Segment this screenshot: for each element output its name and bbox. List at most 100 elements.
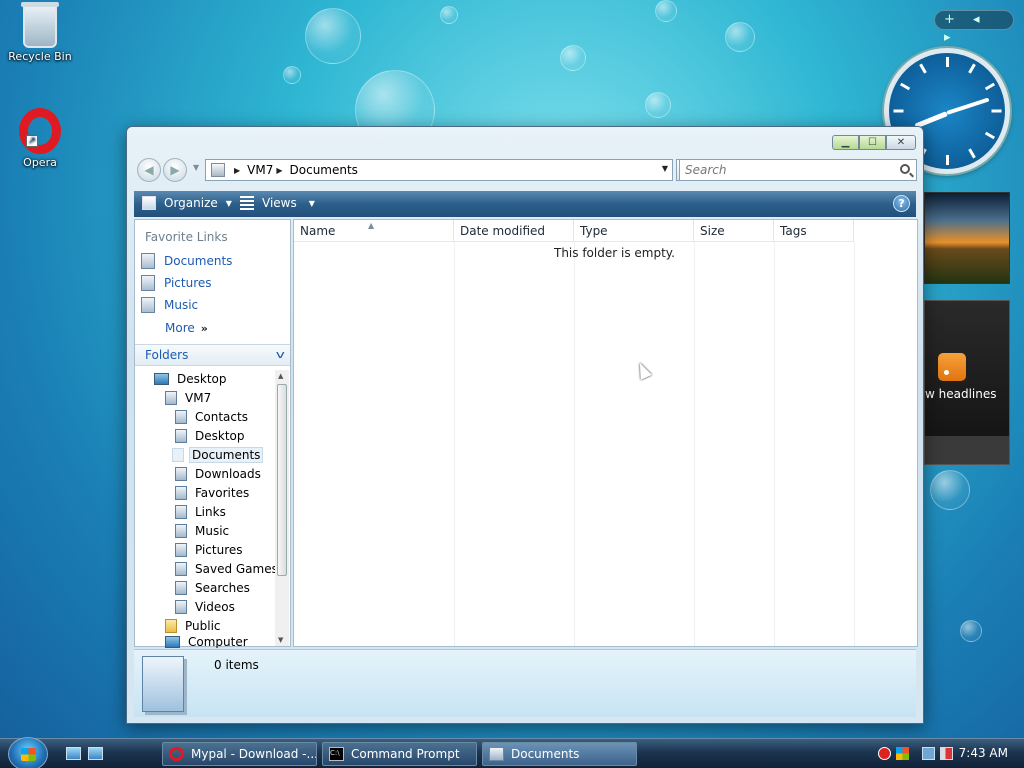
opera-desktop-icon[interactable]: ↗ Opera [0, 108, 80, 169]
folder-icon [165, 619, 177, 633]
documents-folder-icon [142, 656, 184, 712]
recycle-bin-label: Recycle Bin [8, 50, 72, 63]
next-gadget-button[interactable]: ▸ [944, 30, 951, 45]
user-folder-icon [165, 391, 177, 405]
downloads-icon [175, 467, 187, 481]
show-desktop-icon[interactable] [66, 747, 81, 760]
column-header-date-modified[interactable]: Date modified [454, 220, 574, 242]
switch-windows-icon[interactable] [88, 747, 103, 760]
details-pane: 0 items [134, 649, 916, 717]
folders-header-button[interactable]: Folders v [135, 344, 290, 366]
empty-folder-message: This folder is empty. [554, 246, 675, 260]
documents-icon [172, 448, 184, 462]
windows-update-icon[interactable] [896, 747, 909, 760]
sidebar-controls: + ◂ ▸ [934, 10, 1014, 45]
file-list[interactable]: ▲ Name Date modified Type Size Tags This… [293, 219, 918, 647]
tree-item-documents[interactable]: Documents [172, 446, 264, 464]
recent-pages-dropdown[interactable]: ▼ [193, 163, 199, 172]
taskbar-button-command-prompt[interactable]: C:\ Command Prompt [322, 742, 477, 766]
computer-icon [165, 636, 180, 648]
scroll-up-icon[interactable]: ▲ [278, 372, 283, 380]
taskbar: Mypal - Download -... C:\ Command Prompt… [0, 737, 1024, 768]
breadcrumb-separator-icon[interactable]: ▶ [276, 166, 282, 175]
location-icon [211, 163, 225, 177]
taskbar-button-documents[interactable]: Documents [482, 742, 637, 766]
add-gadget-button[interactable]: + [944, 12, 955, 27]
favorite-link-music[interactable]: Music [141, 297, 198, 313]
chevron-down-icon: v [276, 348, 286, 361]
opera-icon: ↗ [19, 108, 61, 154]
folder-icon [175, 429, 187, 443]
start-button[interactable] [8, 737, 48, 768]
breadcrumb-documents[interactable]: Documents [290, 163, 358, 177]
views-menu-button[interactable]: Views ▼ [240, 196, 315, 210]
taskbar-clock[interactable]: 7:43 AM [959, 746, 1008, 760]
explorer-window[interactable]: ▁ ☐ ✕ ◀ ▶ ▼ ▶ VM7 ▶ Documents ▼ ⇆ Search… [126, 126, 924, 724]
minimize-button[interactable]: ▁ [832, 135, 859, 150]
breadcrumb-separator-icon[interactable]: ▶ [234, 166, 240, 175]
rss-icon [938, 353, 966, 381]
recycle-bin-desktop-icon[interactable]: Recycle Bin [0, 2, 80, 63]
tree-item-desktop-sub[interactable]: Desktop [175, 427, 245, 445]
network-icon[interactable] [922, 747, 935, 760]
slideshow-gadget[interactable] [924, 192, 1010, 284]
address-dropdown-icon[interactable]: ▼ [662, 164, 668, 173]
scrollbar-thumb[interactable] [277, 384, 287, 576]
favorite-link-pictures[interactable]: Pictures [141, 275, 212, 291]
search-input[interactable]: Search [679, 159, 917, 181]
tree-item-videos[interactable]: Videos [175, 598, 235, 616]
window-controls: ▁ ☐ ✕ [832, 135, 916, 150]
column-header-size[interactable]: Size [694, 220, 774, 242]
tree-item-contacts[interactable]: Contacts [175, 408, 248, 426]
security-alert-icon[interactable] [878, 747, 891, 760]
scroll-down-icon[interactable]: ▼ [278, 636, 283, 644]
tree-item-pictures[interactable]: Pictures [175, 541, 243, 559]
tree-item-music[interactable]: Music [175, 522, 229, 540]
tree-item-computer[interactable]: Computer [165, 636, 248, 648]
opera-icon [169, 747, 184, 761]
views-icon [240, 196, 254, 210]
favorites-icon [175, 486, 187, 500]
close-button[interactable]: ✕ [886, 135, 916, 150]
volume-muted-icon[interactable] [940, 747, 953, 760]
tree-item-vm7[interactable]: VM7 [165, 389, 211, 407]
music-icon [141, 297, 155, 313]
tree-item-saved-games[interactable]: Saved Games [175, 560, 278, 578]
maximize-button[interactable]: ☐ [859, 135, 886, 150]
back-button[interactable]: ◀ [137, 158, 161, 182]
item-count: 0 items [214, 658, 259, 672]
address-bar[interactable]: ▶ VM7 ▶ Documents ▼ [205, 159, 673, 181]
tree-item-searches[interactable]: Searches [175, 579, 250, 597]
shortcut-arrow-icon: ↗ [26, 135, 38, 147]
breadcrumb-vm7[interactable]: VM7 [247, 163, 273, 177]
more-links-button[interactable]: More» [165, 321, 208, 335]
double-chevron-icon: » [200, 322, 208, 335]
videos-icon [175, 600, 187, 614]
opera-label: Opera [23, 156, 57, 169]
favorite-link-documents[interactable]: Documents [141, 253, 232, 269]
column-header-type[interactable]: Type [574, 220, 694, 242]
pictures-icon [175, 543, 187, 557]
prev-gadget-button[interactable]: ◂ [973, 12, 980, 27]
help-button[interactable]: ? [893, 195, 910, 212]
searches-icon [175, 581, 187, 595]
organize-menu-button[interactable]: Organize ▼ [142, 196, 232, 210]
folder-icon [489, 747, 504, 761]
tree-item-favorites[interactable]: Favorites [175, 484, 249, 502]
tree-item-downloads[interactable]: Downloads [175, 465, 261, 483]
desktop-icon [154, 373, 169, 385]
column-header-tags[interactable]: Tags [774, 220, 854, 242]
feed-headlines-gadget[interactable]: w headlines [924, 300, 1010, 465]
tree-item-links[interactable]: Links [175, 503, 226, 521]
tree-item-public[interactable]: Public [165, 617, 221, 635]
taskbar-button-mypal[interactable]: Mypal - Download -... [162, 742, 317, 766]
folders-scrollbar[interactable]: ▲ ▼ [275, 370, 289, 646]
forward-button[interactable]: ▶ [163, 158, 187, 182]
chevron-down-icon: ▼ [225, 198, 232, 208]
column-header-name[interactable]: ▲ Name [294, 220, 454, 242]
favorite-links-header: Favorite Links [145, 230, 228, 244]
minute-hand [946, 97, 990, 115]
search-icon[interactable] [900, 164, 910, 174]
tree-item-desktop[interactable]: Desktop [154, 370, 227, 388]
command-bar: Organize ▼ Views ▼ ? [134, 191, 916, 217]
